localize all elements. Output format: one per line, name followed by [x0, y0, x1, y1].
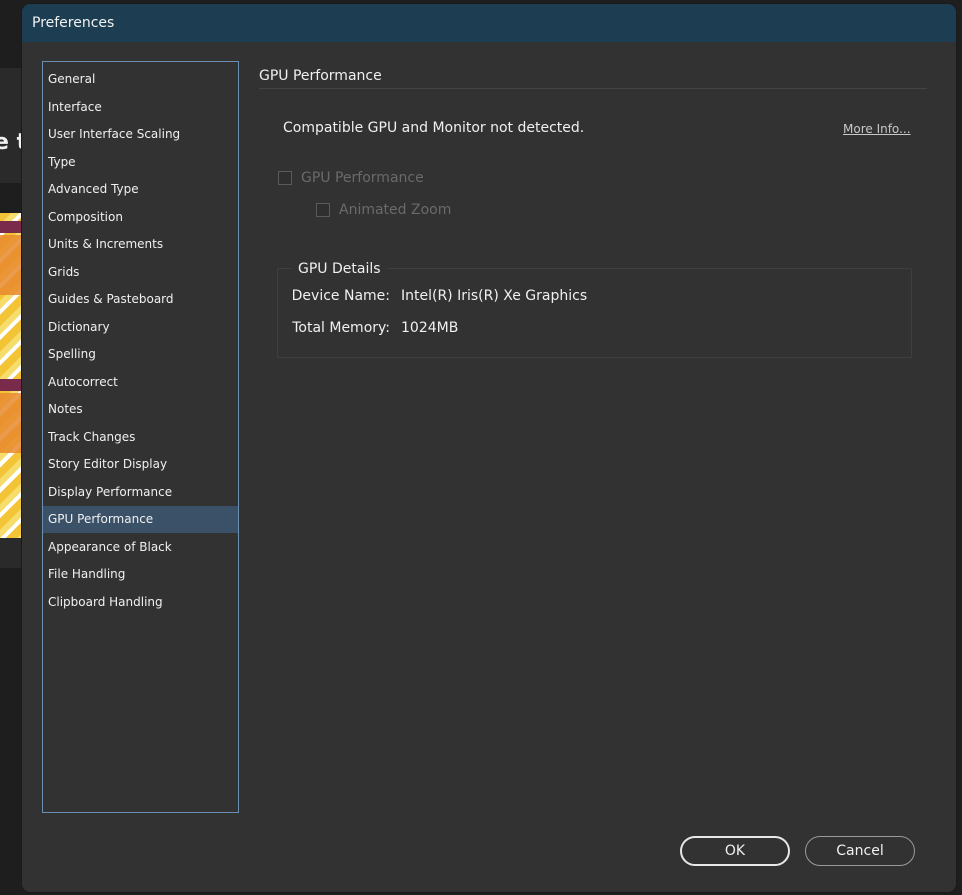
sidebar-item-autocorrect[interactable]: Autocorrect — [43, 369, 238, 396]
sidebar-item-dictionary[interactable]: Dictionary — [43, 314, 238, 341]
animated-zoom-option[interactable]: Animated Zoom — [316, 202, 451, 218]
sidebar-item-composition[interactable]: Composition — [43, 204, 238, 231]
dialog-title: Preferences — [32, 15, 115, 31]
sidebar-item-appearance-of-black[interactable]: Appearance of Black — [43, 534, 238, 561]
sidebar-item-user-interface-scaling[interactable]: User Interface Scaling — [43, 121, 238, 148]
gpu-notice: Compatible GPU and Monitor not detected. — [283, 120, 585, 136]
animated-zoom-checkbox[interactable] — [316, 203, 330, 217]
artwork-pattern — [0, 235, 22, 295]
background-heading: e to — [0, 130, 24, 155]
sidebar-item-general[interactable]: General — [43, 66, 238, 93]
total-memory-label: Total Memory: — [292, 320, 390, 336]
animated-zoom-label: Animated Zoom — [339, 202, 452, 218]
background-panel-edge — [0, 538, 24, 568]
dialog-titlebar[interactable]: Preferences — [22, 4, 956, 42]
sidebar-item-notes[interactable]: Notes — [43, 396, 238, 423]
preferences-dialog: Preferences General Interface User Interfa… — [22, 4, 956, 892]
device-name-value: Intel(R) Iris(R) Xe Graphics — [401, 288, 588, 304]
cancel-button[interactable]: Cancel — [805, 836, 915, 866]
section-divider — [259, 88, 927, 89]
sidebar-item-grids[interactable]: Grids — [43, 259, 238, 286]
sidebar-item-guides-pasteboard[interactable]: Guides & Pasteboard — [43, 286, 238, 313]
background-artwork — [0, 213, 22, 538]
total-memory-value: 1024MB — [401, 320, 459, 336]
gpu-performance-label: GPU Performance — [301, 170, 424, 186]
background-toolbar-strip — [0, 68, 24, 183]
sidebar-item-display-performance[interactable]: Display Performance — [43, 479, 238, 506]
gpu-performance-checkbox[interactable] — [278, 171, 292, 185]
preferences-category-list[interactable]: General Interface User Interface Scaling Ty… — [42, 61, 239, 813]
ok-button[interactable]: OK — [680, 836, 790, 866]
sidebar-item-gpu-performance[interactable]: GPU Performance — [43, 506, 238, 533]
sidebar-item-interface[interactable]: Interface — [43, 94, 238, 121]
sidebar-item-spelling[interactable]: Spelling — [43, 341, 238, 368]
sidebar-item-units-increments[interactable]: Units & Increments — [43, 231, 238, 258]
artwork-band — [0, 221, 22, 233]
sidebar-item-advanced-type[interactable]: Advanced Type — [43, 176, 238, 203]
gpu-performance-option[interactable]: GPU Performance — [278, 170, 424, 186]
sidebar-item-file-handling[interactable]: File Handling — [43, 561, 238, 588]
sidebar-item-story-editor-display[interactable]: Story Editor Display — [43, 451, 238, 478]
section-title: GPU Performance — [259, 68, 382, 84]
artwork-pattern — [0, 393, 22, 453]
sidebar-item-track-changes[interactable]: Track Changes — [43, 424, 238, 451]
sidebar-item-clipboard-handling[interactable]: Clipboard Handling — [43, 589, 238, 616]
artwork-band — [0, 379, 22, 391]
device-name-label: Device Name: — [291, 288, 390, 304]
more-info-link[interactable]: More Info... — [843, 122, 911, 136]
gpu-details-title: GPU Details — [292, 261, 387, 277]
gpu-details-group — [277, 268, 912, 358]
sidebar-item-type[interactable]: Type — [43, 149, 238, 176]
